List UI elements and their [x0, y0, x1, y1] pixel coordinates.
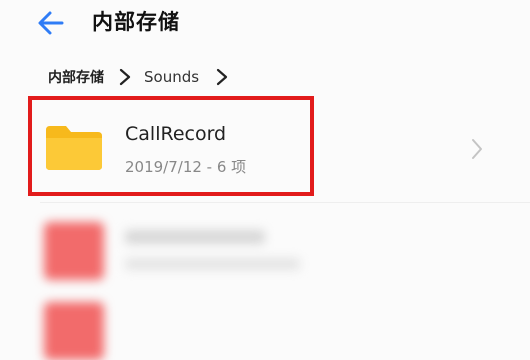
- chevron-right-icon: [119, 68, 131, 86]
- back-arrow-icon[interactable]: [34, 6, 68, 40]
- page-title: 内部存储: [92, 10, 180, 34]
- file-name: CallRecord: [125, 123, 227, 145]
- breadcrumb: 内部存储 Sounds: [48, 64, 229, 90]
- file-meta: 2019/7/12 - 6 项: [125, 158, 247, 176]
- folder-icon: [46, 126, 102, 170]
- blurred-list-item[interactable]: [0, 210, 530, 290]
- blurred-text: [125, 258, 300, 270]
- app-header: 内部存储: [0, 0, 530, 50]
- divider: [40, 202, 530, 203]
- chevron-right-icon: [216, 68, 228, 86]
- blurred-icon: [44, 302, 104, 360]
- breadcrumb-item-root[interactable]: 内部存储: [48, 67, 104, 87]
- blurred-list-item[interactable]: [0, 296, 530, 360]
- chevron-right-icon: [472, 139, 482, 159]
- breadcrumb-item-sounds[interactable]: Sounds: [144, 68, 199, 86]
- blurred-icon: [44, 222, 104, 280]
- blurred-text: [125, 230, 265, 244]
